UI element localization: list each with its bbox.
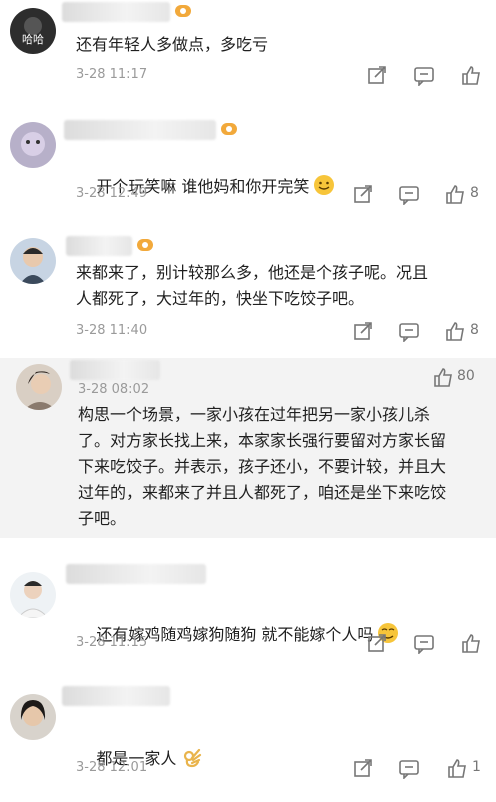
like-icon <box>446 185 464 204</box>
username[interactable] <box>66 236 132 256</box>
like-icon <box>446 322 464 341</box>
share-icon <box>368 634 386 652</box>
share-icon <box>354 322 372 340</box>
username[interactable] <box>62 686 170 706</box>
vip-badge-icon <box>137 239 153 251</box>
like-count: 1 <box>472 759 481 775</box>
vip-badge-icon <box>175 5 191 17</box>
timestamp: 3-28 12:49 <box>76 186 148 201</box>
comment-button[interactable] <box>413 632 435 654</box>
avatar[interactable] <box>16 364 62 410</box>
comment-text: 都是一家人 <box>76 720 202 798</box>
comment-button[interactable] <box>398 757 420 779</box>
username[interactable] <box>70 360 160 380</box>
share-button[interactable] <box>366 64 388 86</box>
comment-button[interactable] <box>398 320 420 342</box>
timestamp: 3-28 11:15 <box>76 635 148 650</box>
like-button[interactable] <box>446 757 468 779</box>
like-button[interactable] <box>444 320 466 342</box>
comment-text: 构思一个场景，一家小孩在过年把另一家小孩儿杀 了。对方家长找上来，本家家长强行要… <box>78 405 447 528</box>
comment-icon <box>414 635 434 654</box>
avatar[interactable] <box>10 122 56 168</box>
like-icon <box>462 634 480 653</box>
avatar[interactable] <box>10 238 56 284</box>
comment-button[interactable] <box>413 64 435 86</box>
avatar[interactable] <box>10 694 56 740</box>
share-button[interactable] <box>366 632 388 654</box>
comment-6: 都是一家人 3-28 12:01 1 <box>0 680 496 802</box>
share-button[interactable] <box>352 320 374 342</box>
comment-5: 还有嫁鸡随鸡嫁狗随狗 就不能嫁个人吗 3-28 11:15 <box>0 560 496 670</box>
comment-icon <box>414 67 434 86</box>
comment-2: 开个玩笑嘛 谁他妈和你开完笑 3-28 12:49 8 <box>0 112 496 222</box>
like-button[interactable] <box>444 183 466 205</box>
like-count: 8 <box>470 322 479 338</box>
smile-emoji-icon <box>314 175 335 195</box>
share-icon <box>354 185 372 203</box>
username[interactable] <box>62 2 170 22</box>
share-icon <box>368 66 386 84</box>
like-count: 80 <box>457 368 475 384</box>
avatar[interactable] <box>10 572 56 618</box>
comment-icon <box>399 186 419 205</box>
comment-4: 3-28 08:02 80 构思一个场景，一家小孩在过年把另一家小孩儿杀 了。对… <box>0 358 496 538</box>
avatar-label: 哈哈 <box>22 33 44 46</box>
avatar[interactable]: 哈哈 <box>10 8 56 54</box>
username[interactable] <box>66 564 206 584</box>
timestamp: 3-28 12:01 <box>76 760 148 775</box>
timestamp: 3-28 08:02 <box>78 382 150 397</box>
share-button[interactable] <box>352 183 374 205</box>
comment-3: 来都来了，别计较那么多，他还是个孩子呢。况且 人都死了，大过年的，快坐下吃饺子吧… <box>0 228 496 352</box>
comment-button[interactable] <box>398 183 420 205</box>
comment-1: 哈哈 还有年轻人多做点，多吃亏 3-28 11:17 <box>0 0 496 100</box>
like-button[interactable] <box>432 366 454 388</box>
share-button[interactable] <box>352 757 374 779</box>
comment-icon <box>399 323 419 342</box>
username[interactable] <box>64 120 216 140</box>
like-icon <box>448 759 466 778</box>
timestamp: 3-28 11:17 <box>76 67 148 82</box>
vip-badge-icon <box>221 123 237 135</box>
share-icon <box>354 759 372 777</box>
ok-hand-emoji-icon <box>184 748 202 768</box>
like-button[interactable] <box>460 632 482 654</box>
comment-text: 还有年轻人多做点，多吃亏 <box>76 35 269 54</box>
like-icon <box>434 368 452 387</box>
like-count: 8 <box>470 185 479 201</box>
comment-icon <box>399 760 419 779</box>
timestamp: 3-28 11:40 <box>76 323 148 338</box>
like-button[interactable] <box>460 64 482 86</box>
like-icon <box>462 66 480 85</box>
comment-text: 来都来了，别计较那么多，他还是个孩子呢。况且 人都死了，大过年的，快坐下吃饺子吧… <box>76 263 429 308</box>
